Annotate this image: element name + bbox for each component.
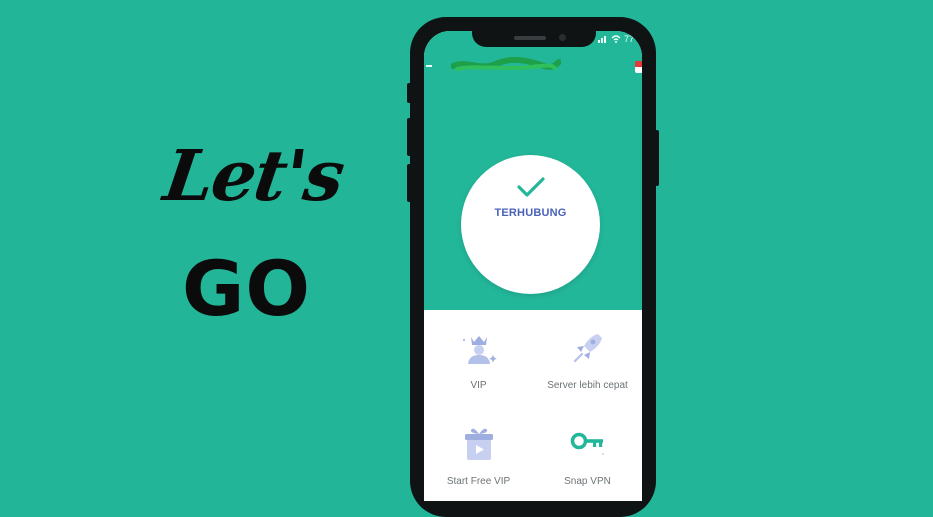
status-bar: 77 [597,34,634,44]
battery-level: 77 [623,34,634,44]
country-flag-icon[interactable] [635,61,642,73]
headline-go: GO [182,244,311,333]
vpn-header-panel: 77 TERHUBUNG [424,31,642,310]
phone-power-button [655,130,659,186]
phone-volume-button [407,118,411,156]
connect-button[interactable]: TERHUBUNG [461,155,600,294]
feature-tile-faster-server[interactable]: Server lebih cepat [533,328,642,391]
phone-notch [472,31,596,47]
gift-video-icon [464,428,493,460]
wifi-icon [611,35,621,43]
rocket-icon [573,334,602,363]
feature-label: Server lebih cepat [547,380,628,391]
signal-icon [597,36,606,43]
speaker-grille [514,36,546,40]
menu-icon[interactable] [426,65,432,67]
feature-tile-snap-vpn[interactable]: Snap VPN [533,424,642,487]
feature-label: VIP [470,380,487,391]
feature-label: Snap VPN [564,476,611,487]
feature-tile-vip[interactable]: VIP [424,328,533,391]
feature-tile-start-free-vip[interactable]: Start Free VIP [424,424,533,487]
redacted-title [451,57,561,71]
key-icon [570,432,604,455]
front-camera [559,34,566,41]
phone-screen: 77 TERHUBUNG VIP Server lebih cepat Star… [424,31,642,501]
crown-person-icon [462,336,497,364]
checkmark-icon [517,177,545,197]
connection-status-label: TERHUBUNG [494,207,567,219]
phone-volume-button [407,164,411,202]
headline-lets: Let's [159,134,348,217]
phone-volume-button [407,83,411,103]
feature-label: Start Free VIP [446,476,511,487]
